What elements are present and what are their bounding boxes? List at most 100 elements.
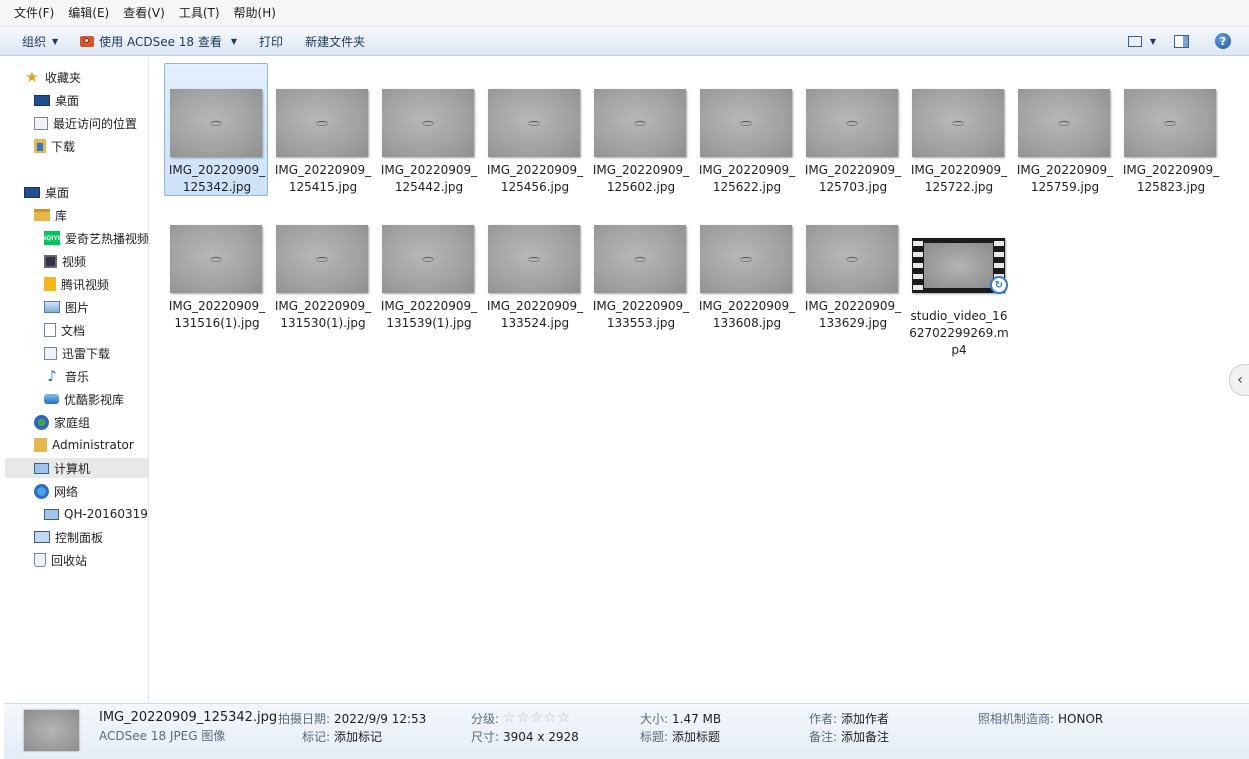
- nav-youku[interactable]: 优酷影视库: [44, 389, 124, 409]
- nav-label: 迅雷下载: [62, 346, 111, 361]
- file-item[interactable]: IMG_20220909_ 125622.jpg: [694, 63, 798, 196]
- author-value[interactable]: 添加作者: [841, 711, 889, 727]
- comments-value[interactable]: 添加备注: [841, 729, 889, 745]
- file-name: IMG_20220909_ 125415.jpg: [274, 163, 372, 194]
- nav-iqiyi[interactable]: iQIYI 爱奇艺热播视频: [44, 228, 148, 248]
- nav-label: 最近访问的位置: [53, 116, 138, 131]
- nav-recent-places[interactable]: 最近访问的位置: [34, 113, 137, 133]
- library-folder-icon: [34, 209, 50, 221]
- menu-bar: 文件(F) 编辑(E) 查看(V) 工具(T) 帮助(H): [0, 0, 1249, 27]
- nav-recycle-bin[interactable]: 回收站: [34, 550, 87, 570]
- iqiyi-icon: iQIYI: [44, 231, 60, 245]
- new-folder-button[interactable]: 新建文件夹: [294, 30, 376, 52]
- downloads-folder-icon: [34, 139, 46, 153]
- file-item[interactable]: IMG_20220909_ 125823.jpg: [1118, 63, 1222, 196]
- organize-button[interactable]: 组织 ▼: [11, 30, 69, 52]
- file-item[interactable]: IMG_20220909_ 133524.jpg: [482, 199, 586, 332]
- menu-edit[interactable]: 编辑(E): [61, 0, 116, 26]
- file-item[interactable]: IMG_20220909_ 131530(1).jpg: [270, 199, 374, 332]
- author-label: 作者:: [809, 712, 838, 726]
- nav-videos[interactable]: 视频: [44, 251, 86, 271]
- help-icon[interactable]: ?: [1215, 33, 1231, 49]
- image-thumbnail: [382, 225, 474, 293]
- file-item[interactable]: IMG_20220909_ 131539(1).jpg: [376, 199, 480, 332]
- file-item[interactable]: IMG_20220909_ 125703.jpg: [800, 63, 904, 196]
- file-name: IMG_20220909_ 131530(1).jpg: [274, 299, 372, 330]
- file-item[interactable]: IMG_20220909_ 125722.jpg: [906, 63, 1010, 196]
- nav-favorites[interactable]: ★ 收藏夹: [24, 67, 81, 87]
- nav-label: 回收站: [51, 553, 88, 568]
- nav-homegroup[interactable]: 家庭组: [34, 412, 90, 432]
- file-item[interactable]: IMG_20220909_ 133608.jpg: [694, 199, 798, 332]
- acdsee-icon: [80, 35, 95, 47]
- selected-file-thumbnail: [24, 710, 79, 751]
- menu-tools[interactable]: 工具(T): [172, 0, 227, 26]
- image-thumbnail: [912, 89, 1004, 157]
- rating-stars[interactable]: ☆☆☆☆☆: [503, 710, 571, 726]
- print-button[interactable]: 打印: [248, 30, 294, 52]
- file-item[interactable]: IMG_20220909_ 125456.jpg: [482, 63, 586, 196]
- nav-xunlei-downloads[interactable]: 迅雷下载: [44, 343, 110, 363]
- file-name: IMG_20220909_ 125759.jpg: [1016, 163, 1114, 194]
- nav-music[interactable]: ♪ 音乐: [44, 366, 89, 386]
- youku-icon: [44, 394, 59, 404]
- nav-administrator[interactable]: Administrator: [34, 435, 134, 455]
- file-item[interactable]: IMG_20220909_ 125415.jpg: [270, 63, 374, 196]
- open-with-label: 使用 ACDSee 18 查看: [99, 34, 222, 49]
- menu-help[interactable]: 帮助(H): [227, 0, 283, 26]
- selected-file-name: IMG_20220909_125342.jpg: [99, 710, 278, 725]
- nav-downloads[interactable]: 下载: [34, 136, 75, 156]
- nav-network[interactable]: 网络: [34, 481, 78, 501]
- recycle-bin-icon: [34, 553, 46, 567]
- nav-pictures[interactable]: 图片: [44, 297, 89, 317]
- file-item[interactable]: IMG_20220909_ 125759.jpg: [1012, 63, 1116, 196]
- title-value[interactable]: 添加标题: [672, 729, 720, 745]
- nav-label: 图片: [65, 300, 90, 315]
- nav-label: 桌面: [45, 185, 70, 200]
- nav-network-pc[interactable]: QH-20160319: [44, 504, 148, 524]
- camera-maker-value[interactable]: HONOR: [1058, 711, 1103, 727]
- details-pane: IMG_20220909_125342.jpg ACDSee 18 JPEG 图…: [4, 703, 1249, 759]
- command-bar: 组织 ▼ 使用 ACDSee 18 查看 ▼ 打印 新建文件夹 ▼ ?: [0, 27, 1249, 56]
- chevron-down-icon: ▼: [230, 36, 238, 46]
- change-view-icon[interactable]: [1127, 35, 1142, 47]
- file-name: IMG_20220909_ 125823.jpg: [1122, 163, 1220, 194]
- file-item[interactable]: IMG_20220909_ 131516(1).jpg: [164, 199, 268, 332]
- nav-computer[interactable]: 计算机: [5, 458, 148, 478]
- tags-value[interactable]: 添加标记: [334, 729, 382, 745]
- file-item[interactable]: IMG_20220909_ 125602.jpg: [588, 63, 692, 196]
- file-item[interactable]: IMG_20220909_ 125442.jpg: [376, 63, 480, 196]
- nav-desktop-favorite[interactable]: 桌面: [34, 90, 79, 110]
- open-with-acdsee-button[interactable]: 使用 ACDSee 18 查看 ▼: [69, 30, 248, 52]
- file-item[interactable]: IMG_20220909_ 125342.jpg: [164, 63, 268, 196]
- nav-label: 收藏夹: [45, 70, 82, 85]
- nav-libraries[interactable]: 库: [34, 205, 67, 225]
- file-item-video[interactable]: ↻ studio_video_16 62702299269.m p4: [906, 223, 1010, 357]
- menu-file[interactable]: 文件(F): [7, 0, 61, 26]
- nav-tencent-video[interactable]: 腾讯视频: [44, 274, 109, 294]
- file-item[interactable]: IMG_20220909_ 133629.jpg: [800, 199, 904, 332]
- view-options-chevron-icon[interactable]: ▼: [1150, 37, 1156, 46]
- preview-pane-icon[interactable]: [1174, 34, 1189, 48]
- nav-label: 腾讯视频: [61, 277, 110, 292]
- nav-label: 库: [55, 208, 68, 223]
- nav-control-panel[interactable]: 控制面板: [34, 527, 103, 547]
- homegroup-icon: [34, 414, 49, 430]
- nav-desktop[interactable]: 桌面: [24, 182, 69, 202]
- file-item[interactable]: IMG_20220909_ 133553.jpg: [588, 199, 692, 332]
- desktop-icon: [34, 94, 50, 106]
- organize-label: 组织: [22, 34, 47, 49]
- file-name: IMG_20220909_ 131539(1).jpg: [380, 299, 478, 330]
- rating-label: 分级:: [471, 712, 500, 726]
- star-icon: ★: [25, 68, 39, 86]
- nav-documents[interactable]: 文档: [44, 320, 85, 340]
- date-taken-value[interactable]: 2022/9/9 12:53: [334, 711, 426, 727]
- navigation-pane: ★ 收藏夹 桌面 最近访问的位置 下载 桌面 库 iQIYI 爱奇艺热播视频 视…: [4, 57, 149, 702]
- image-thumbnail: [594, 225, 686, 293]
- menu-view[interactable]: 查看(V): [116, 0, 172, 26]
- nav-label: Administrator: [52, 438, 134, 452]
- image-thumbnail: [170, 225, 262, 293]
- file-list-view: IMG_20220909_ 125342.jpg IMG_20220909_ 1…: [149, 57, 1249, 702]
- chevron-left-icon[interactable]: ‹: [1229, 364, 1249, 396]
- image-thumbnail: [488, 89, 580, 157]
